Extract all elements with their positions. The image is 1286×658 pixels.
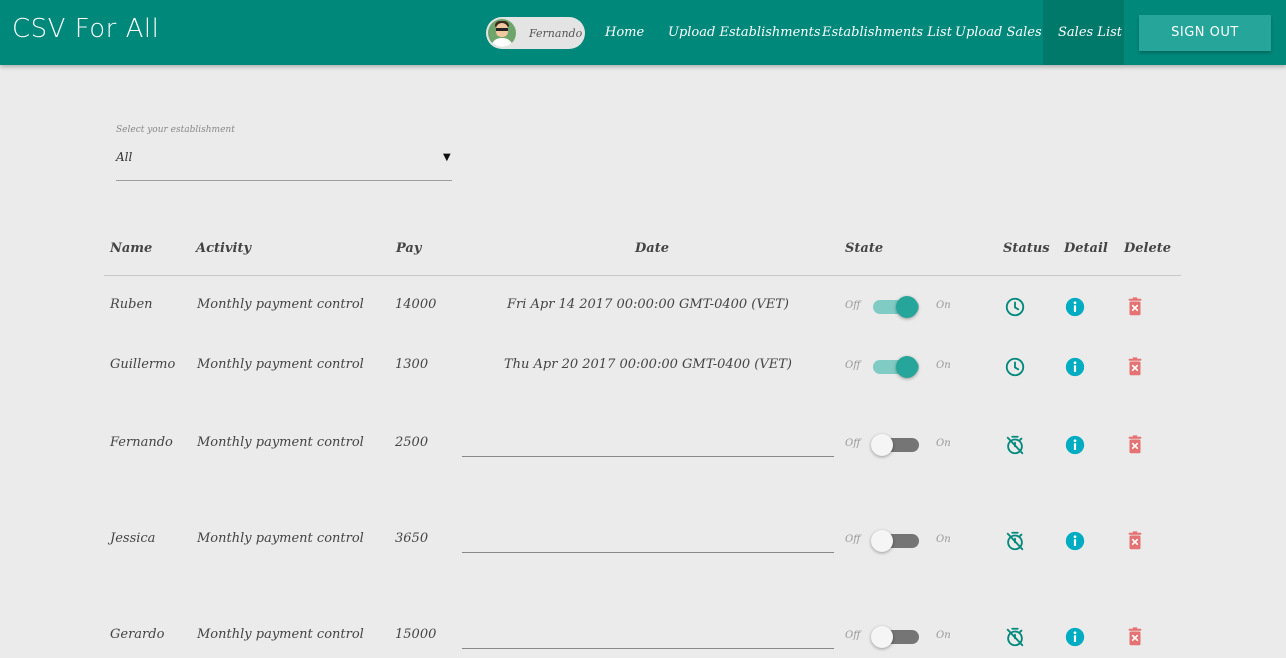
- row-pay: 14000: [395, 297, 437, 312]
- state-toggle[interactable]: [873, 296, 919, 318]
- info-icon[interactable]: [1064, 356, 1086, 378]
- row-pay: 2500: [395, 435, 429, 450]
- header-date: Date: [635, 241, 669, 256]
- toggle-off-label: Off: [845, 534, 861, 545]
- row-name: Guillermo: [110, 357, 176, 372]
- delete-icon[interactable]: [1124, 434, 1146, 456]
- row-name: Gerardo: [110, 627, 165, 642]
- user-name: Fernando: [529, 26, 583, 40]
- toggle-knob: [896, 296, 918, 318]
- info-icon[interactable]: [1064, 296, 1086, 318]
- state-toggle[interactable]: [871, 530, 919, 552]
- nav-upload-establishments[interactable]: Upload Establishments: [668, 0, 821, 65]
- timer-off-icon[interactable]: [1004, 530, 1026, 552]
- toggle-off-label: Off: [845, 360, 861, 371]
- timer-off-icon[interactable]: [1004, 626, 1026, 648]
- toggle-on-label: On: [936, 438, 951, 449]
- nav-establishments-list[interactable]: Establishments List: [822, 0, 952, 65]
- state-toggle[interactable]: [871, 626, 919, 648]
- nav-sales-list[interactable]: Sales List: [1058, 0, 1122, 65]
- row-activity: Monthly payment control: [197, 297, 364, 312]
- header-divider: [104, 275, 1181, 276]
- header-name: Name: [110, 241, 153, 256]
- delete-icon[interactable]: [1124, 356, 1146, 378]
- row-name: Ruben: [110, 297, 153, 312]
- row-date-input[interactable]: [462, 552, 834, 553]
- toggle-knob: [871, 626, 893, 648]
- select-underline: [116, 180, 452, 181]
- row-activity: Monthly payment control: [197, 531, 364, 546]
- header-activity: Activity: [196, 241, 251, 256]
- row-pay: 15000: [395, 627, 437, 642]
- row-date-input[interactable]: [462, 648, 834, 649]
- delete-icon[interactable]: [1124, 626, 1146, 648]
- top-navbar: CSV For All Fernando Home Upload Establi…: [0, 0, 1286, 65]
- header-detail: Detail: [1064, 241, 1108, 256]
- clock-icon[interactable]: [1004, 356, 1026, 378]
- row-date-input[interactable]: [462, 456, 834, 457]
- toggle-on-label: On: [936, 360, 951, 371]
- establishment-select[interactable]: All: [116, 150, 132, 164]
- header-state: State: [845, 241, 884, 256]
- toggle-on-label: On: [936, 300, 951, 311]
- sign-out-button[interactable]: SIGN OUT: [1139, 15, 1271, 51]
- header-pay: Pay: [396, 241, 422, 256]
- toggle-knob: [896, 356, 918, 378]
- header-delete: Delete: [1124, 241, 1172, 256]
- timer-off-icon[interactable]: [1004, 434, 1026, 456]
- dropdown-arrow-icon[interactable]: ▼: [443, 152, 451, 163]
- brand-logo[interactable]: CSV For All: [12, 14, 159, 44]
- row-name: Jessica: [110, 531, 156, 546]
- toggle-on-label: On: [936, 630, 951, 641]
- row-name: Fernando: [110, 435, 173, 450]
- toggle-off-label: Off: [845, 630, 861, 641]
- row-pay: 3650: [395, 531, 429, 546]
- toggle-knob: [871, 434, 893, 456]
- delete-icon[interactable]: [1124, 530, 1146, 552]
- nav-upload-sales[interactable]: Upload Sales: [955, 0, 1042, 65]
- info-icon[interactable]: [1064, 530, 1086, 552]
- nav-home[interactable]: Home: [605, 0, 644, 65]
- toggle-on-label: On: [936, 534, 951, 545]
- row-activity: Monthly payment control: [197, 357, 364, 372]
- info-icon[interactable]: [1064, 626, 1086, 648]
- delete-icon[interactable]: [1124, 296, 1146, 318]
- establishment-select-label: Select your establishment: [116, 125, 235, 135]
- state-toggle[interactable]: [871, 434, 919, 456]
- row-date: Fri Apr 14 2017 00:00:00 GMT-0400 (VET): [507, 297, 789, 312]
- toggle-off-label: Off: [845, 438, 861, 449]
- toggle-off-label: Off: [845, 300, 861, 311]
- state-toggle[interactable]: [873, 356, 919, 378]
- user-chip[interactable]: Fernando: [486, 17, 585, 49]
- row-activity: Monthly payment control: [197, 627, 364, 642]
- info-icon[interactable]: [1064, 434, 1086, 456]
- row-date: Thu Apr 20 2017 00:00:00 GMT-0400 (VET): [503, 357, 792, 372]
- toggle-knob: [871, 530, 893, 552]
- avatar: [488, 19, 516, 47]
- header-status: Status: [1003, 241, 1050, 256]
- row-activity: Monthly payment control: [197, 435, 364, 450]
- clock-icon[interactable]: [1004, 296, 1026, 318]
- row-pay: 1300: [395, 357, 429, 372]
